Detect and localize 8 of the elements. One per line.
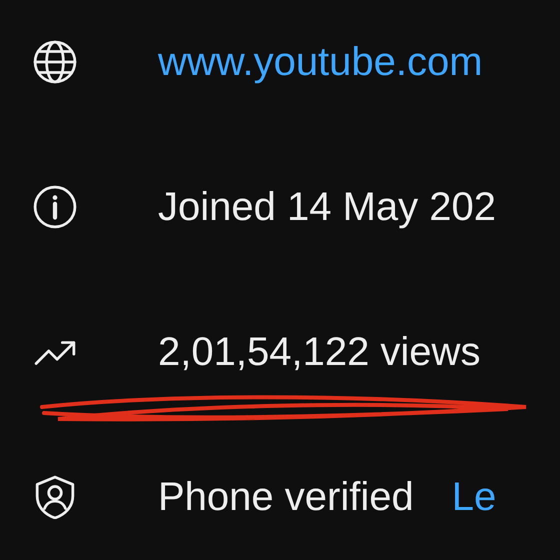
website-link[interactable]: www.youtube.com (158, 32, 483, 92)
detail-text: 2,01,54,122 views (158, 329, 480, 376)
detail-text: Joined 14 May 202 (158, 184, 496, 231)
detail-text: Phone verified (158, 474, 414, 521)
globe-icon (33, 40, 77, 84)
info-icon (33, 185, 77, 229)
shield-person-icon (33, 475, 77, 519)
learn-link[interactable]: Le (452, 467, 496, 527)
